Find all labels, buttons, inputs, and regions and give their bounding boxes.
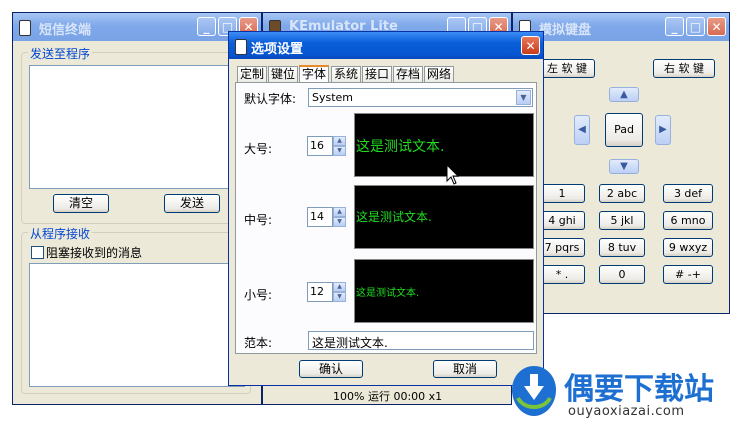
keyboard-close-button[interactable]: ✕: [707, 17, 726, 36]
tab-network[interactable]: 网络: [424, 66, 454, 82]
left-soft-key[interactable]: 左 软 键: [539, 59, 595, 78]
default-font-label: 默认字体:: [244, 92, 297, 106]
pad-center-key[interactable]: Pad: [605, 113, 643, 147]
default-font-select[interactable]: System ▼: [308, 88, 533, 107]
key-7[interactable]: 7 pqrs: [539, 238, 585, 257]
send-group-label: 发送至程序: [28, 45, 93, 62]
options-dialog-title: 选项设置: [251, 42, 304, 57]
keyboard-titlebar[interactable]: 模拟键盘 _ □ ✕: [513, 13, 729, 41]
medium-preview: 这是测试文本.: [354, 185, 534, 249]
minimize-button[interactable]: _: [197, 17, 216, 36]
spin-down-icon[interactable]: ▼: [333, 292, 346, 302]
keyboard-window: 模拟键盘 _ □ ✕ 左 软 键 右 软 键 ▲ ◀ Pad ▶ ▼ 1 2 a…: [512, 12, 730, 314]
key-3[interactable]: 3 def: [663, 184, 713, 203]
download-logo-icon: [512, 366, 556, 416]
spin-up-icon[interactable]: ▲: [333, 136, 346, 146]
tab-save[interactable]: 存档: [393, 66, 423, 82]
large-preview-text: 这是测试文本.: [356, 139, 445, 155]
key-1[interactable]: 1: [539, 184, 585, 203]
key-9[interactable]: 9 wxyz: [663, 238, 713, 257]
clear-button[interactable]: 清空: [53, 194, 109, 213]
key-6[interactable]: 6 mno: [663, 211, 713, 230]
sms-window: 短信终端 _ □ ✕ 发送至程序 清空 发送 从程序接收 阻塞接收到的消息: [12, 12, 262, 405]
tab-interface[interactable]: 接口: [362, 66, 392, 82]
send-textarea[interactable]: [29, 65, 245, 189]
key-hash[interactable]: # -+: [663, 265, 713, 284]
tab-font[interactable]: 字体: [299, 65, 329, 83]
keyboard-title: 模拟键盘: [539, 23, 592, 38]
key-2[interactable]: 2 abc: [599, 184, 645, 203]
key-8[interactable]: 8 tuv: [599, 238, 645, 257]
receive-textarea[interactable]: [29, 263, 245, 387]
tab-keymap[interactable]: 键位: [268, 66, 298, 82]
left-arrow-key[interactable]: ◀: [574, 115, 590, 145]
block-checkbox-label: 阻塞接收到的消息: [46, 246, 143, 260]
small-size-label: 小号:: [244, 288, 273, 302]
send-button[interactable]: 发送: [164, 194, 220, 213]
sample-input[interactable]: 这是测试文本.: [308, 331, 534, 350]
mouse-cursor-icon: [446, 164, 460, 185]
sample-label: 范本:: [244, 336, 273, 350]
options-dialog: 选项设置 ✕ 定制 键位 字体 系统 接口 存档 网络 默认字体: System…: [228, 31, 544, 386]
small-size-value[interactable]: 12: [307, 282, 333, 302]
spin-down-icon[interactable]: ▼: [333, 217, 346, 227]
sample-value: 这是测试文本.: [312, 336, 388, 350]
keyboard-minimize-button[interactable]: _: [665, 17, 684, 36]
medium-size-label: 中号:: [244, 213, 273, 227]
receive-group-label: 从程序接收: [28, 225, 93, 242]
default-font-value: System: [312, 91, 354, 104]
large-size-spinner[interactable]: 16 ▲ ▼: [307, 136, 347, 156]
site-logo: 偶要下载站 ouyaoxiazai.com: [506, 360, 746, 424]
keyboard-maximize-button[interactable]: □: [686, 17, 705, 36]
small-size-spinner[interactable]: 12 ▲ ▼: [307, 282, 347, 302]
small-preview: 这是测试文本.: [354, 259, 534, 323]
chevron-down-icon[interactable]: ▼: [516, 90, 531, 105]
options-dialog-titlebar[interactable]: 选项设置 ✕: [229, 32, 543, 59]
right-arrow-key[interactable]: ▶: [655, 115, 671, 145]
medium-size-spinner[interactable]: 14 ▲ ▼: [307, 207, 347, 227]
spin-up-icon[interactable]: ▲: [333, 207, 346, 217]
tab-system[interactable]: 系统: [331, 66, 361, 82]
large-size-value[interactable]: 16: [307, 136, 333, 156]
cancel-button[interactable]: 取消: [433, 360, 497, 378]
key-5[interactable]: 5 jkl: [599, 211, 645, 230]
medium-preview-text: 这是测试文本.: [356, 210, 432, 224]
font-tab-panel: 默认字体: System ▼ 大号: 16 ▲ ▼ 这是测试文本. 中号: 14…: [235, 82, 537, 354]
key-4[interactable]: 4 ghi: [539, 211, 585, 230]
sms-window-title: 短信终端: [39, 23, 92, 38]
up-arrow-key[interactable]: ▲: [609, 87, 639, 102]
key-0[interactable]: 0: [599, 265, 645, 284]
large-size-label: 大号:: [244, 142, 273, 156]
ok-button[interactable]: 确认: [299, 360, 363, 378]
options-close-button[interactable]: ✕: [521, 36, 540, 55]
medium-size-value[interactable]: 14: [307, 207, 333, 227]
tab-custom[interactable]: 定制: [237, 66, 267, 82]
block-checkbox[interactable]: [31, 246, 44, 259]
brand-name: 偶要下载站: [564, 372, 714, 407]
phone-icon: [19, 20, 31, 36]
spin-up-icon[interactable]: ▲: [333, 282, 346, 292]
brand-url: ouyaoxiazai.com: [568, 404, 685, 419]
large-preview: 这是测试文本.: [354, 113, 534, 177]
key-star[interactable]: * .: [539, 265, 585, 284]
right-soft-key[interactable]: 右 软 键: [653, 59, 715, 78]
emulator-status: 100% 运行 00:00 x1: [333, 390, 443, 403]
down-arrow-key[interactable]: ▼: [609, 159, 639, 174]
small-preview-text: 这是测试文本.: [356, 288, 420, 299]
spin-down-icon[interactable]: ▼: [333, 146, 346, 156]
sms-window-titlebar[interactable]: 短信终端 _ □ ✕: [13, 13, 261, 41]
options-phone-icon: [235, 39, 247, 55]
